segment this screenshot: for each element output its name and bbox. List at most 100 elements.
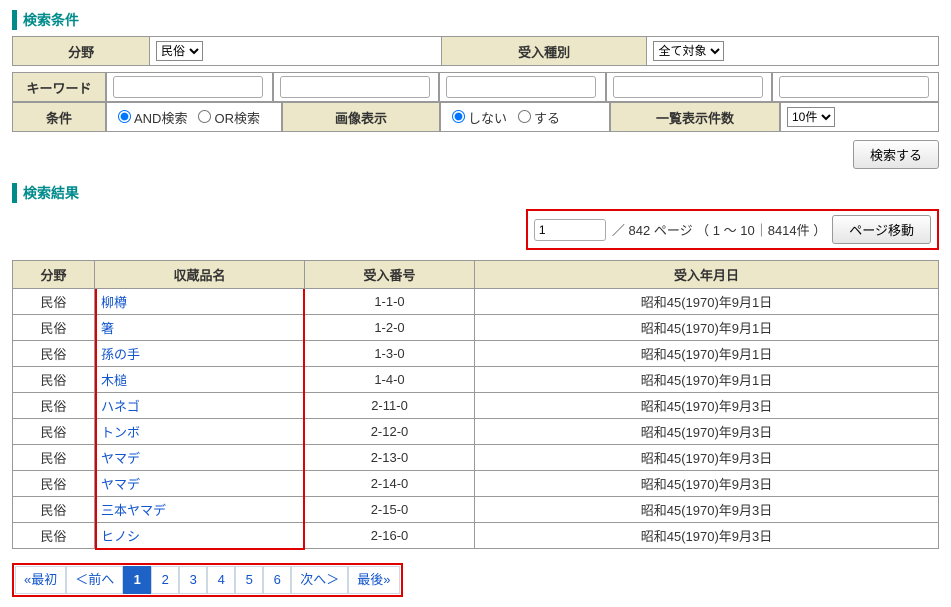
field-label: 分野: [13, 37, 150, 66]
cell-date: 昭和45(1970)年9月1日: [475, 315, 939, 341]
keyword-input-4[interactable]: [613, 76, 763, 98]
cell-num: 2-11-0: [305, 393, 475, 419]
cell-field: 民俗: [13, 471, 95, 497]
cell-name: 箸: [95, 315, 305, 341]
keyword-input-3[interactable]: [446, 76, 596, 98]
search-button[interactable]: 検索する: [853, 140, 939, 169]
table-row: 民俗ヒノシ 2-16-0昭和45(1970)年9月3日: [13, 523, 939, 549]
cell-name: トンボ: [95, 419, 305, 445]
col-head-field: 分野: [13, 261, 95, 289]
table-row: 民俗木槌 1-4-0昭和45(1970)年9月1日: [13, 367, 939, 393]
list-count-label: 一覧表示件数: [610, 102, 780, 132]
pager-page-3[interactable]: 3: [179, 566, 207, 594]
cell-num: 2-12-0: [305, 419, 475, 445]
item-name-link[interactable]: 柳樽: [101, 295, 127, 310]
img-on-radio[interactable]: [518, 110, 531, 123]
cell-name: 木槌: [95, 367, 305, 393]
or-radio[interactable]: [198, 110, 211, 123]
cell-name: 孫の手: [95, 341, 305, 367]
search-results-header: 検索結果: [12, 183, 939, 203]
cell-field: 民俗: [13, 315, 95, 341]
or-radio-label[interactable]: OR検索: [193, 107, 260, 127]
table-row: 民俗三本ヤマデ 2-15-0昭和45(1970)年9月3日: [13, 497, 939, 523]
cell-date: 昭和45(1970)年9月1日: [475, 341, 939, 367]
keyword-label: キーワード: [12, 72, 106, 102]
pager-page-6[interactable]: 6: [263, 566, 291, 594]
cell-num: 1-4-0: [305, 367, 475, 393]
col-head-num: 受入番号: [305, 261, 475, 289]
cell-field: 民俗: [13, 341, 95, 367]
cell-name: ヒノシ: [95, 523, 305, 549]
cell-field: 民俗: [13, 523, 95, 549]
accept-type-label: 受入種別: [441, 37, 647, 66]
condition-label: 条件: [12, 102, 106, 132]
cell-date: 昭和45(1970)年9月3日: [475, 419, 939, 445]
cell-num: 2-15-0: [305, 497, 475, 523]
list-count-select[interactable]: 10件: [787, 107, 835, 127]
cell-field: 民俗: [13, 393, 95, 419]
cell-field: 民俗: [13, 289, 95, 315]
pager-prev[interactable]: ＜前へ: [66, 566, 123, 594]
item-name-link[interactable]: 箸: [101, 321, 114, 336]
keyword-input-5[interactable]: [779, 76, 929, 98]
cell-name: ヤマデ: [95, 445, 305, 471]
pager-page-5[interactable]: 5: [235, 566, 263, 594]
pager-next[interactable]: 次へ＞: [291, 566, 348, 594]
item-name-link[interactable]: 木槌: [101, 373, 127, 388]
table-row: 民俗ヤマデ 2-13-0昭和45(1970)年9月3日: [13, 445, 939, 471]
image-display-label: 画像表示: [282, 102, 440, 132]
pager: «最初＜前へ123456次へ＞最後»: [12, 563, 403, 597]
table-row: 民俗トンボ 2-12-0昭和45(1970)年9月3日: [13, 419, 939, 445]
keyword-input-1[interactable]: [113, 76, 263, 98]
pager-first[interactable]: «最初: [15, 566, 66, 594]
page-number-input[interactable]: [534, 219, 606, 241]
pager-page-1: 1: [123, 566, 151, 594]
and-radio-label[interactable]: AND検索: [113, 107, 187, 127]
item-name-link[interactable]: ヒノシ: [101, 529, 140, 544]
item-name-link[interactable]: 孫の手: [101, 347, 140, 362]
img-on-radio-label[interactable]: する: [513, 107, 560, 127]
img-off-radio[interactable]: [452, 110, 465, 123]
item-name-link[interactable]: ヤマデ: [101, 451, 140, 466]
pager-page-4[interactable]: 4: [207, 566, 235, 594]
cell-field: 民俗: [13, 419, 95, 445]
cell-num: 2-14-0: [305, 471, 475, 497]
accept-type-select[interactable]: 全て対象: [653, 41, 724, 61]
cell-date: 昭和45(1970)年9月3日: [475, 497, 939, 523]
cell-name: 柳樽: [95, 289, 305, 315]
cell-num: 1-3-0: [305, 341, 475, 367]
cell-date: 昭和45(1970)年9月1日: [475, 367, 939, 393]
cell-num: 2-16-0: [305, 523, 475, 549]
cell-date: 昭和45(1970)年9月3日: [475, 523, 939, 549]
cell-date: 昭和45(1970)年9月1日: [475, 289, 939, 315]
table-row: 民俗ヤマデ 2-14-0昭和45(1970)年9月3日: [13, 471, 939, 497]
page-info-text: ／ 842 ページ （ 1 ～ 10｜8414件 ）: [612, 220, 826, 239]
item-name-link[interactable]: ハネゴ: [101, 399, 140, 414]
pager-last[interactable]: 最後»: [348, 566, 399, 594]
table-row: 民俗孫の手 1-3-0昭和45(1970)年9月1日: [13, 341, 939, 367]
cell-name: 三本ヤマデ: [95, 497, 305, 523]
img-off-radio-label[interactable]: しない: [447, 107, 507, 127]
table-row: 民俗柳樽1-1-0昭和45(1970)年9月1日: [13, 289, 939, 315]
keyword-input-2[interactable]: [280, 76, 430, 98]
cell-field: 民俗: [13, 367, 95, 393]
pager-page-2[interactable]: 2: [151, 566, 179, 594]
cell-num: 2-13-0: [305, 445, 475, 471]
page-move-button[interactable]: ページ移動: [832, 215, 931, 244]
cell-name: ヤマデ: [95, 471, 305, 497]
field-select[interactable]: 民俗: [156, 41, 203, 61]
item-name-link[interactable]: 三本ヤマデ: [101, 503, 166, 518]
item-name-link[interactable]: ヤマデ: [101, 477, 140, 492]
cell-field: 民俗: [13, 445, 95, 471]
table-row: 民俗箸1-2-0昭和45(1970)年9月1日: [13, 315, 939, 341]
cell-field: 民俗: [13, 497, 95, 523]
search-conditions-header: 検索条件: [12, 10, 939, 30]
item-name-link[interactable]: トンボ: [101, 425, 140, 440]
cell-date: 昭和45(1970)年9月3日: [475, 445, 939, 471]
cell-date: 昭和45(1970)年9月3日: [475, 471, 939, 497]
and-radio[interactable]: [118, 110, 131, 123]
table-row: 民俗ハネゴ 2-11-0昭和45(1970)年9月3日: [13, 393, 939, 419]
cell-date: 昭和45(1970)年9月3日: [475, 393, 939, 419]
cell-name: ハネゴ: [95, 393, 305, 419]
page-jump-bar: ／ 842 ページ （ 1 ～ 10｜8414件 ） ページ移動: [526, 209, 939, 250]
